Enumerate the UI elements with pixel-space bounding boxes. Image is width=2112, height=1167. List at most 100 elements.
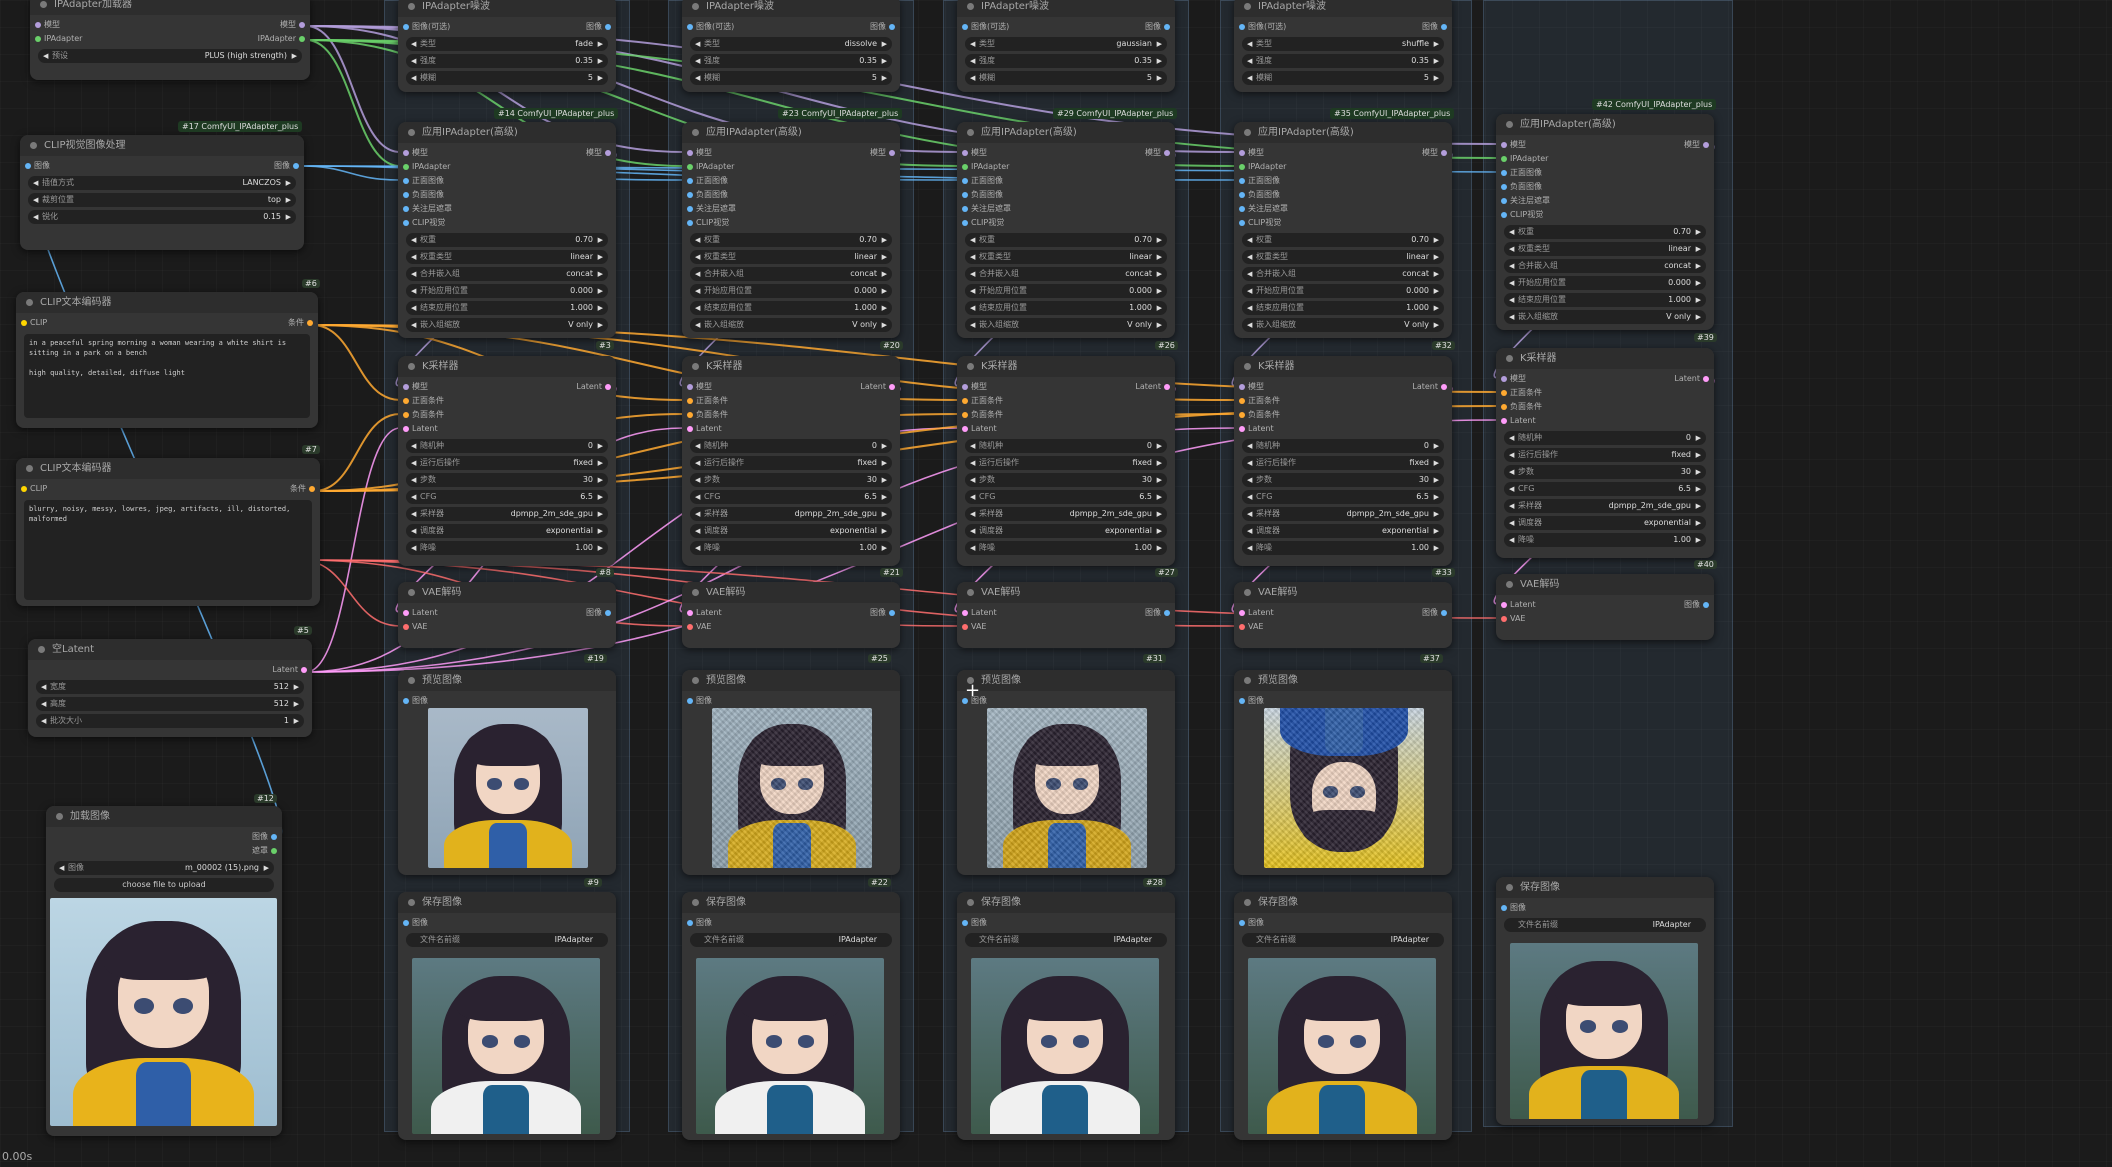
input-port[interactable]	[403, 384, 409, 390]
increment-arrow-icon[interactable]: ▶	[286, 176, 291, 190]
input-port[interactable]	[35, 22, 41, 28]
increment-arrow-icon[interactable]: ▶	[882, 267, 887, 281]
increment-arrow-icon[interactable]: ▶	[882, 507, 887, 521]
increment-arrow-icon[interactable]: ▶	[1434, 456, 1439, 470]
increment-arrow-icon[interactable]: ▶	[598, 233, 603, 247]
output-port[interactable]	[1164, 24, 1170, 30]
input-port[interactable]	[687, 384, 693, 390]
increment-arrow-icon[interactable]: ▶	[1696, 448, 1701, 462]
preset-widget[interactable]: ◀ 预设 PLUS (high strength) ▶	[38, 49, 302, 63]
decrement-arrow-icon[interactable]: ◀	[1247, 267, 1252, 281]
ksampler-widget[interactable]: ◀ 采样器 dpmpp_2m_sde_gpu ▶	[1242, 507, 1444, 521]
increment-arrow-icon[interactable]: ▶	[598, 37, 603, 51]
upload-button[interactable]: choose file to upload	[54, 878, 274, 892]
ksampler-widget[interactable]: ◀ 运行后操作 fixed ▶	[1242, 456, 1444, 470]
input-port[interactable]	[1239, 920, 1245, 926]
increment-arrow-icon[interactable]: ▶	[1696, 259, 1701, 273]
increment-arrow-icon[interactable]: ▶	[1157, 507, 1162, 521]
increment-arrow-icon[interactable]: ▶	[882, 284, 887, 298]
decrement-arrow-icon[interactable]: ◀	[1509, 225, 1514, 239]
decrement-arrow-icon[interactable]: ◀	[970, 233, 975, 247]
output-port[interactable]	[1164, 610, 1170, 616]
increment-arrow-icon[interactable]: ▶	[292, 49, 297, 63]
ksampler-widget[interactable]: ◀ 降噪 1.00 ▶	[965, 541, 1167, 555]
decrement-arrow-icon[interactable]: ◀	[1509, 482, 1514, 496]
input-port[interactable]	[687, 164, 693, 170]
decrement-arrow-icon[interactable]: ◀	[970, 439, 975, 453]
decrement-arrow-icon[interactable]: ◀	[695, 284, 700, 298]
increment-arrow-icon[interactable]: ▶	[1696, 242, 1701, 256]
increment-arrow-icon[interactable]: ▶	[1696, 516, 1701, 530]
ksampler-widget[interactable]: ◀ 步数 30 ▶	[690, 473, 892, 487]
increment-arrow-icon[interactable]: ▶	[882, 301, 887, 315]
apply-widget[interactable]: ◀ 权重 0.70 ▶	[690, 233, 892, 247]
apply-widget[interactable]: ◀ 嵌入组缩放 V only ▶	[1504, 310, 1706, 324]
ksampler-widget[interactable]: ◀ CFG 6.5 ▶	[1504, 482, 1706, 496]
input-port[interactable]	[1239, 610, 1245, 616]
input-port[interactable]	[1501, 212, 1507, 218]
input-port[interactable]	[1501, 156, 1507, 162]
increment-arrow-icon[interactable]: ▶	[1157, 473, 1162, 487]
input-port[interactable]	[403, 920, 409, 926]
apply-widget[interactable]: ◀ 结束应用位置 1.000 ▶	[1504, 293, 1706, 307]
image-file-widget[interactable]: ◀ 图像 m_00002 (15).png ▶	[54, 861, 274, 875]
increment-arrow-icon[interactable]: ▶	[882, 37, 887, 51]
clip-text-encode-positive-node[interactable]: CLIP文本编码器 CLIP 条件 in a peaceful spring m…	[16, 292, 318, 428]
decrement-arrow-icon[interactable]: ◀	[695, 318, 700, 332]
decrement-arrow-icon[interactable]: ◀	[411, 490, 416, 504]
decrement-arrow-icon[interactable]: ◀	[1509, 516, 1514, 530]
decrement-arrow-icon[interactable]: ◀	[41, 697, 46, 711]
input-port[interactable]	[403, 192, 409, 198]
apply-widget[interactable]: ◀ 合并嵌入组 concat ▶	[965, 267, 1167, 281]
decrement-arrow-icon[interactable]: ◀	[411, 37, 416, 51]
decrement-arrow-icon[interactable]: ◀	[1509, 310, 1514, 324]
ksampler-widget[interactable]: ◀ 采样器 dpmpp_2m_sde_gpu ▶	[1504, 499, 1706, 513]
decrement-arrow-icon[interactable]: ◀	[411, 524, 416, 538]
ipadapter-noise-node[interactable]: IPAdapter噪波 图像(可选) 图像 ◀ 类型 gaussian ▶ ◀ 强度 0.35 ▶ ◀…	[957, 0, 1175, 92]
clip-text-encode-negative-node[interactable]: CLIP文本编码器 CLIP 条件 blurry, noisy, messy, …	[16, 458, 320, 606]
decrement-arrow-icon[interactable]: ◀	[695, 233, 700, 247]
increment-arrow-icon[interactable]: ▶	[598, 541, 603, 555]
decrement-arrow-icon[interactable]: ◀	[970, 54, 975, 68]
decrement-arrow-icon[interactable]: ◀	[411, 439, 416, 453]
ksampler-widget[interactable]: ◀ 采样器 dpmpp_2m_sde_gpu ▶	[965, 507, 1167, 521]
apply-ipadapter-advanced-node[interactable]: 应用IPAdapter(高级) 模型 模型 IPAdapter 正面图像 负面图像 关注层遮…	[398, 122, 616, 338]
ksampler-widget[interactable]: ◀ 运行后操作 fixed ▶	[690, 456, 892, 470]
apply-widget[interactable]: ◀ 嵌入组缩放 V only ▶	[1242, 318, 1444, 332]
increment-arrow-icon[interactable]: ▶	[1434, 267, 1439, 281]
ksampler-node[interactable]: K采样器 模型 Latent 正面条件 负面条件 Latent ◀ 随机种 0 ▶ ◀ 运行后操作 fi…	[957, 356, 1175, 566]
output-port[interactable]	[1441, 384, 1447, 390]
input-port[interactable]	[962, 220, 968, 226]
increment-arrow-icon[interactable]: ▶	[1434, 524, 1439, 538]
input-port[interactable]	[1239, 624, 1245, 630]
input-port[interactable]	[1239, 426, 1245, 432]
decrement-arrow-icon[interactable]: ◀	[1509, 276, 1514, 290]
output-port[interactable]	[301, 667, 307, 673]
filename-prefix-widget[interactable]: 文件名前缀 IPAdapter	[690, 933, 892, 947]
input-port[interactable]	[1501, 418, 1507, 424]
batch-size-widget[interactable]: ◀ 批次大小 1 ▶	[36, 714, 304, 728]
input-port[interactable]	[1501, 170, 1507, 176]
decrement-arrow-icon[interactable]: ◀	[1247, 71, 1252, 85]
output-port[interactable]	[1164, 150, 1170, 156]
increment-arrow-icon[interactable]: ▶	[1434, 301, 1439, 315]
input-port[interactable]	[1501, 198, 1507, 204]
increment-arrow-icon[interactable]: ▶	[598, 54, 603, 68]
empty-latent-node[interactable]: 空Latent Latent ◀ 宽度 512 ▶ ◀ 高度 512 ▶ ◀ 批次大小 1 ▶	[28, 639, 312, 737]
input-port[interactable]	[962, 412, 968, 418]
ksampler-widget[interactable]: ◀ 随机种 0 ▶	[690, 439, 892, 453]
apply-widget[interactable]: ◀ 嵌入组缩放 V only ▶	[406, 318, 608, 332]
apply-widget[interactable]: ◀ 合并嵌入组 concat ▶	[1242, 267, 1444, 281]
input-port[interactable]	[403, 610, 409, 616]
increment-arrow-icon[interactable]: ▶	[1696, 499, 1701, 513]
decrement-arrow-icon[interactable]: ◀	[411, 250, 416, 264]
decrement-arrow-icon[interactable]: ◀	[695, 541, 700, 555]
input-port[interactable]	[1239, 150, 1245, 156]
ksampler-widget[interactable]: ◀ CFG 6.5 ▶	[406, 490, 608, 504]
input-port[interactable]	[687, 624, 693, 630]
ksampler-widget[interactable]: ◀ 调度器 exponential ▶	[1504, 516, 1706, 530]
increment-arrow-icon[interactable]: ▶	[1434, 71, 1439, 85]
increment-arrow-icon[interactable]: ▶	[1157, 490, 1162, 504]
apply-widget[interactable]: ◀ 权重类型 linear ▶	[406, 250, 608, 264]
input-port[interactable]	[403, 164, 409, 170]
